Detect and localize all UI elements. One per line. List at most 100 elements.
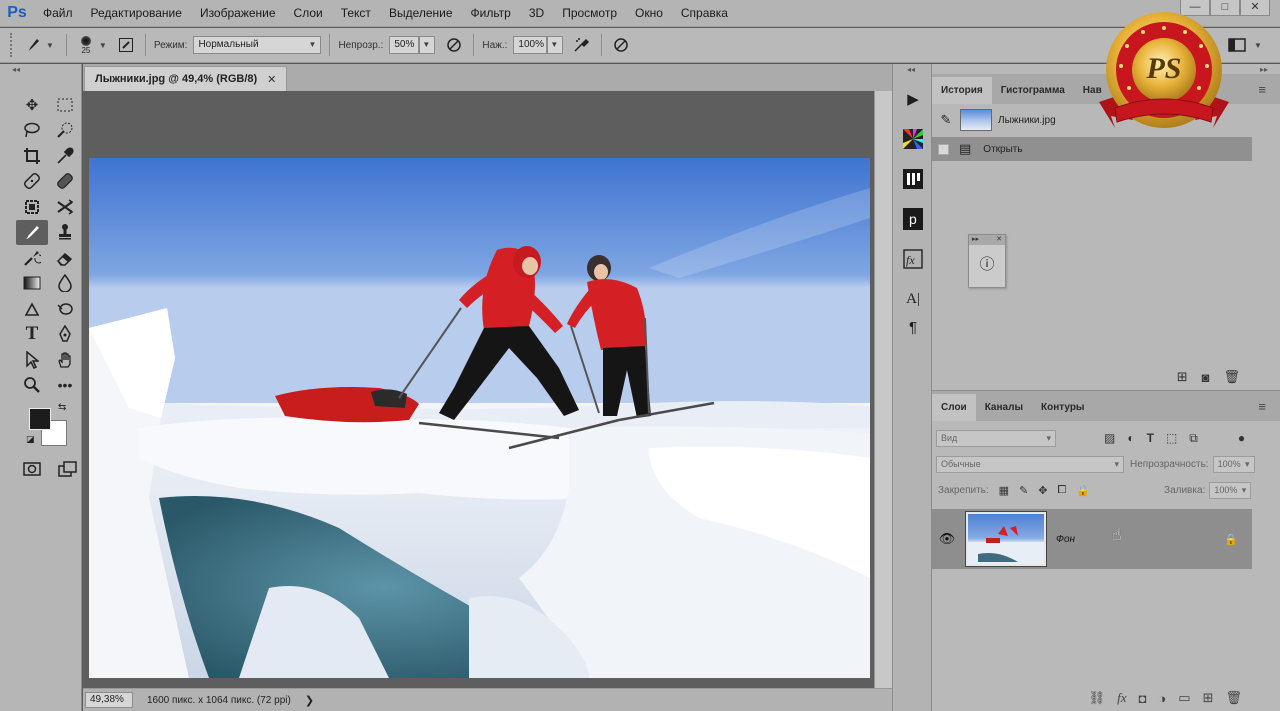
eye-visibility-icon[interactable]: 👁 xyxy=(932,531,962,547)
airbrush-icon[interactable] xyxy=(571,34,593,56)
menu-type[interactable]: Текст xyxy=(332,0,380,27)
history-step-checkbox[interactable] xyxy=(938,143,949,155)
history-brush-source-icon[interactable]: ✎ xyxy=(936,112,956,128)
paragraph-panel-icon[interactable]: ¶ xyxy=(901,314,925,340)
collapse-arrows-icon[interactable]: ◂◂ xyxy=(0,64,81,76)
layer-name[interactable]: Фон xyxy=(1056,534,1075,545)
menu-window[interactable]: Окно xyxy=(626,0,672,27)
photoshop-logo[interactable]: Ps xyxy=(0,0,34,27)
menu-file[interactable]: Файл xyxy=(34,0,82,27)
default-colors-icon[interactable]: ◪ xyxy=(26,434,35,445)
close-window-button[interactable]: ✕ xyxy=(1240,0,1270,16)
workspace-switcher-icon[interactable] xyxy=(1226,34,1248,56)
dodge-tool-icon[interactable] xyxy=(16,296,48,322)
close-icon[interactable]: ✕ xyxy=(996,235,1002,245)
lasso-tool-icon[interactable] xyxy=(16,118,48,144)
menu-3d[interactable]: 3D xyxy=(520,0,553,27)
type-filter-icon[interactable]: T xyxy=(1147,431,1154,445)
menu-edit[interactable]: Редактирование xyxy=(82,0,191,27)
document-image[interactable] xyxy=(89,158,870,678)
status-menu-arrow-icon[interactable]: ❯ xyxy=(305,694,314,707)
layer-filter-select[interactable]: Вид ▾ xyxy=(936,429,1056,447)
swap-colors-icon[interactable]: ⇆ xyxy=(58,402,66,413)
lock-image-icon[interactable]: ✎ xyxy=(1019,484,1028,497)
chevron-down-icon[interactable]: ▼ xyxy=(99,41,107,50)
tab-navigator[interactable]: Нав xyxy=(1074,77,1111,104)
brush-tool-preset-icon[interactable] xyxy=(22,34,44,56)
canvas-workspace[interactable] xyxy=(83,91,874,688)
lock-position-icon[interactable]: ✥ xyxy=(1038,484,1047,497)
chevron-down-icon[interactable]: ▼ xyxy=(46,41,54,50)
close-tab-icon[interactable]: ✕ xyxy=(267,73,276,86)
tab-layers[interactable]: Слои xyxy=(932,394,976,421)
brush-tool-icon[interactable] xyxy=(16,219,48,245)
adjustment-filter-icon[interactable]: ◐ xyxy=(1127,431,1134,445)
adjustment-layer-icon[interactable]: ◑ xyxy=(1158,691,1166,706)
menu-filter[interactable]: Фильтр xyxy=(462,0,520,27)
camera-snapshot-icon[interactable]: ◙ xyxy=(1202,370,1210,385)
menu-view[interactable]: Просмотр xyxy=(553,0,626,27)
filter-toggle-icon[interactable]: ● xyxy=(1238,431,1245,445)
blur-tool-icon[interactable] xyxy=(49,271,81,297)
menu-help[interactable]: Справка xyxy=(672,0,737,27)
history-brush-tool-icon[interactable] xyxy=(16,245,48,271)
marquee-tool-icon[interactable] xyxy=(49,92,81,118)
menu-layers[interactable]: Слои xyxy=(285,0,332,27)
new-document-from-state-icon[interactable]: ⊞ xyxy=(1177,369,1188,385)
layer-style-fx-icon[interactable]: fx xyxy=(1117,690,1126,706)
expand-arrows-icon[interactable]: ▸▸ xyxy=(972,235,979,245)
menu-select[interactable]: Выделение xyxy=(380,0,462,27)
styles-fx-icon[interactable]: fx xyxy=(901,246,925,272)
eraser-tool-icon[interactable] xyxy=(49,245,81,271)
path-selection-tool-icon[interactable] xyxy=(16,347,48,373)
quick-selection-tool-icon[interactable] xyxy=(49,118,81,144)
pen-tool-icon[interactable] xyxy=(49,296,81,322)
panel-menu-icon[interactable]: ≡ xyxy=(1258,82,1266,97)
pressure-opacity-icon[interactable] xyxy=(443,34,465,56)
maximize-button[interactable]: □ xyxy=(1210,0,1240,16)
patch-tool-icon[interactable] xyxy=(16,194,48,220)
layer-row[interactable]: 👁 Фон ☝ 🔒 xyxy=(932,509,1252,569)
play-actions-icon[interactable]: ▶ xyxy=(901,86,925,112)
new-group-icon[interactable]: ▭ xyxy=(1178,690,1190,706)
brush-size-picker[interactable]: 25 xyxy=(75,30,97,60)
collapse-arrows-icon[interactable]: ◂◂ xyxy=(893,64,931,76)
trash-icon[interactable]: 🗑 xyxy=(1225,690,1242,706)
spot-healing-tool-icon[interactable] xyxy=(16,169,48,195)
layer-opacity-input[interactable]: 100% ▾ xyxy=(1212,455,1255,473)
shape-filter-icon[interactable]: ⬚ xyxy=(1166,431,1177,445)
add-mask-icon[interactable]: ◘ xyxy=(1139,691,1147,706)
clone-stamp-tool-icon[interactable] xyxy=(49,220,81,246)
zoom-level-field[interactable]: 49,38% xyxy=(85,692,133,708)
foreground-color[interactable] xyxy=(29,408,51,430)
pixel-filter-icon[interactable]: ▨ xyxy=(1104,431,1115,445)
layer-lock-icon[interactable]: 🔒 xyxy=(1224,533,1238,546)
link-layers-icon[interactable]: ⛓ xyxy=(1089,690,1106,706)
tab-paths[interactable]: Контуры xyxy=(1032,394,1093,421)
hand-tool-icon[interactable] xyxy=(49,347,81,373)
move-tool-icon[interactable]: ✥ xyxy=(16,92,48,118)
pressure-dropdown[interactable]: ▼ xyxy=(547,36,564,54)
tab-channels[interactable]: Каналы xyxy=(976,394,1032,421)
crop-tool-icon[interactable] xyxy=(16,143,48,169)
brush-panel-toggle-icon[interactable] xyxy=(115,34,137,56)
adjustments-icon[interactable] xyxy=(901,166,925,192)
paragraph-styles-icon[interactable]: p xyxy=(901,206,925,232)
eyedropper-tool-icon[interactable] xyxy=(49,143,81,169)
gradient-tool-icon[interactable] xyxy=(16,271,48,297)
info-panel-icon[interactable]: ⓘ xyxy=(969,253,1005,274)
lock-all-icon[interactable]: 🔒 xyxy=(1076,484,1090,497)
floating-mini-panel[interactable]: ▸▸ ✕ ⓘ xyxy=(968,234,1006,288)
layer-blend-mode-select[interactable]: Обычные ▾ xyxy=(936,455,1124,473)
tab-histogram[interactable]: Гистограмма xyxy=(992,77,1074,104)
history-snapshot[interactable]: ✎ Лыжники.jpg xyxy=(932,108,1252,132)
path-pen-tool-icon[interactable] xyxy=(49,322,81,348)
healing-brush-tool-icon[interactable] xyxy=(49,169,81,195)
new-layer-icon[interactable]: ⊞ xyxy=(1203,690,1214,706)
quick-mask-icon[interactable] xyxy=(16,456,48,482)
zoom-tool-icon[interactable] xyxy=(16,373,48,399)
more-tools-icon[interactable]: ••• xyxy=(49,373,81,399)
document-tab[interactable]: Лыжники.jpg @ 49,4% (RGB/8) ✕ xyxy=(84,66,288,91)
chevron-down-icon[interactable]: ▼ xyxy=(1254,41,1262,50)
lock-artboard-icon[interactable]: ⧠ xyxy=(1058,484,1067,497)
